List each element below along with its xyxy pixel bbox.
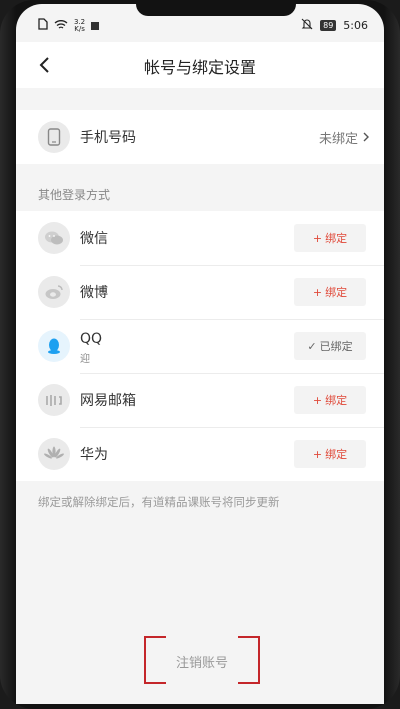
bound-label: 已绑定 [319,340,353,353]
provider-row-netease-mail: 网易邮箱 + 绑定 [16,373,384,427]
provider-row-weibo: 微博 + 绑定 [16,265,384,319]
phone-card: 手机号码 未绑定 [16,110,384,164]
phone-number-label: 手机号码 [80,130,136,146]
bind-netease-mail-button[interactable]: + 绑定 [294,386,366,414]
notification-icon [91,21,100,30]
sim-icon [38,18,48,33]
provider-row-huawei: 华为 + 绑定 [16,427,384,481]
nav-bar: 帐号与绑定设置 [16,42,384,88]
bind-label: 绑定 [325,232,348,245]
qq-bound-button[interactable]: ✓ 已绑定 [294,332,366,360]
phone-status-text: 未绑定 [318,131,358,147]
bind-weibo-button[interactable]: + 绑定 [294,278,366,306]
phone-frame: 3.2 K/s 89 5:06 帐号与绑定设置 手机号码 未绑定 其他登录方式 … [0,0,400,709]
login-methods-card: 微信 + 绑定 微博 + 绑定 QQ 迎 ✓ 已绑定 网易邮箱 + 绑定 华为 … [16,211,384,481]
wifi-icon [54,19,68,33]
netease-mail-icon [38,384,70,416]
plus-icon: + [312,393,323,407]
bind-label: 绑定 [325,394,348,407]
weibo-icon [38,276,70,308]
app-screen: 3.2 K/s 89 5:06 帐号与绑定设置 手机号码 未绑定 其他登录方式 … [16,4,384,704]
plus-icon: + [312,447,323,461]
check-icon: ✓ [307,339,317,353]
provider-name: QQ [80,331,103,347]
network-speed: 3.2 K/s [74,17,86,33]
page-title: 帐号与绑定设置 [143,58,256,77]
plus-icon: + [312,231,323,245]
camera-notch [136,4,296,16]
provider-name: 微博 [80,285,108,301]
provider-name: 华为 [80,447,108,463]
phone-bind-status[interactable]: 未绑定 [319,128,370,147]
phone-icon [38,121,70,153]
mute-icon [301,18,313,33]
section-title: 其他登录方式 [38,188,111,202]
bind-label: 绑定 [325,286,348,299]
bind-label: 绑定 [325,448,348,461]
provider-row-qq: QQ 迎 ✓ 已绑定 [16,319,384,373]
clock: 5:06 [343,19,368,32]
cancel-account-highlight: 注销账号 [144,635,260,687]
provider-account-nickname: 迎 [80,354,90,365]
bind-huawei-button[interactable]: + 绑定 [294,440,366,468]
cancel-account-button[interactable]: 注销账号 [146,652,258,671]
provider-row-wechat: 微信 + 绑定 [16,211,384,265]
huawei-icon [38,438,70,470]
wechat-icon [38,222,70,254]
sync-footnote: 绑定或解除绑定后，有道精品课账号将同步更新 [38,495,280,509]
provider-name: 微信 [80,231,108,247]
bind-wechat-button[interactable]: + 绑定 [294,224,366,252]
battery-icon: 89 [320,20,337,31]
spacer [16,88,384,110]
plus-icon: + [312,285,323,299]
qq-icon [38,330,70,362]
chevron-right-icon [363,132,369,142]
phone-number-row[interactable]: 手机号码 未绑定 [16,110,384,164]
provider-name: 网易邮箱 [80,393,136,409]
